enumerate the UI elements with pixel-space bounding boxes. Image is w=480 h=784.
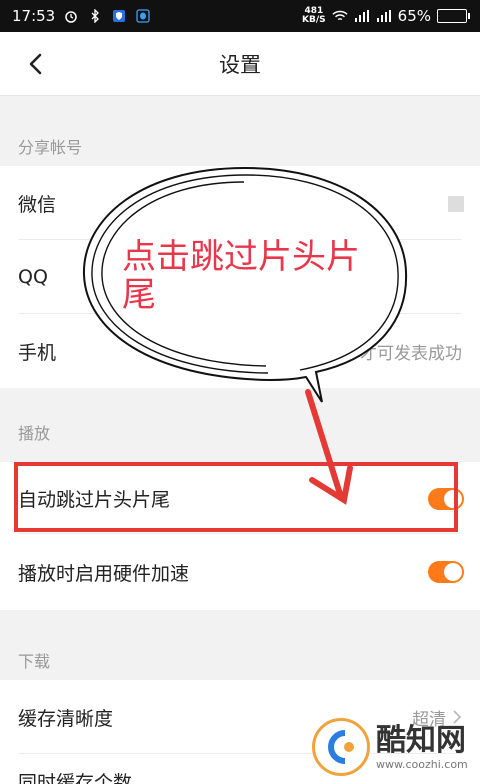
signal-icon-1 [354,8,370,24]
battery-icon [437,9,470,23]
row-wechat[interactable]: 微信 [0,166,480,240]
row-hw-accel[interactable]: 播放时启用硬件加速 [0,534,480,610]
wechat-bind-indicator[interactable] [448,196,464,212]
signal-icon-2 [376,8,392,24]
highlight-box [14,462,458,532]
battery-percent: 65% [397,7,431,25]
page-title: 设置 [219,52,261,77]
network-speed: 481 KB/S [302,6,326,25]
shield-app-icon [111,8,127,24]
row-label-hw-accel: 播放时启用硬件加速 [18,562,190,585]
section-header-download: 下载 [18,652,51,671]
status-bar: 17:53 481 KB/S 65% [0,0,480,32]
watermark-url: www.coozhi.com [376,757,468,771]
row-label-qq: QQ [18,266,48,288]
qq-notification-icon [135,8,151,24]
annotation-callout-text: 点击跳过片头片尾 [122,237,360,315]
status-time: 17:53 [12,7,56,25]
section-header-play: 播放 [18,424,51,443]
row-label-wechat: 微信 [18,193,57,216]
nav-bar: 设置 [0,32,480,96]
alarm-icon [63,8,79,24]
watermark-logo-icon [312,718,370,776]
watermark-name: 酷知网 [376,722,466,758]
row-phone[interactable]: 手机 才可发表成功 [0,314,480,388]
back-arrow-icon[interactable] [22,50,50,78]
row-value-phone: 才可发表成功 [360,343,462,364]
row-label-cache-count: 同时缓存个数 [18,772,133,784]
section-header-share: 分享帐号 [18,138,83,157]
bluetooth-icon [87,8,103,24]
watermark: 酷知网 www.coozhi.com [312,716,470,778]
row-label-phone: 手机 [18,341,57,364]
row-label-cache-quality: 缓存清晰度 [18,707,114,730]
hw-accel-toggle[interactable] [428,561,464,583]
wifi-icon [332,8,348,24]
